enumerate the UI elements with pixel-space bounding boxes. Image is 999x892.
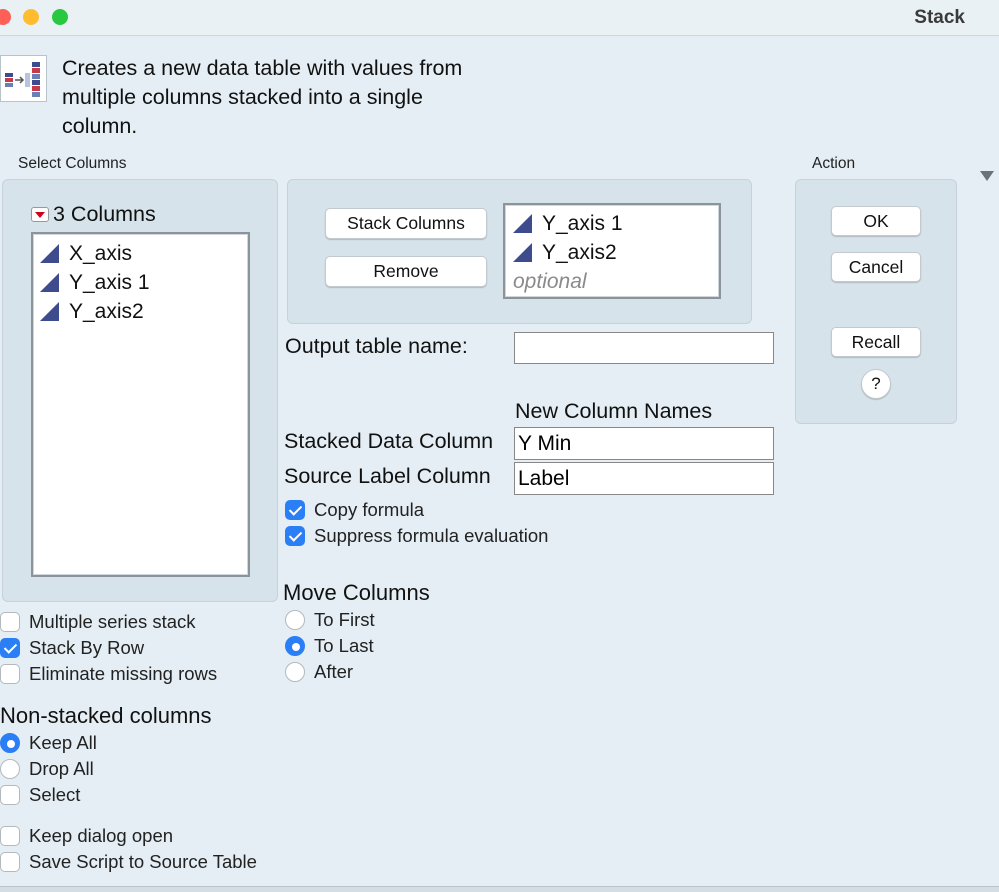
stack-columns-button[interactable]: Stack Columns bbox=[325, 208, 487, 239]
continuous-column-icon bbox=[513, 243, 532, 262]
move-to-first-option[interactable]: To First bbox=[285, 607, 375, 633]
new-column-names-heading: New Column Names bbox=[515, 399, 713, 423]
option-label: Select bbox=[29, 784, 81, 805]
output-table-name-input[interactable] bbox=[514, 332, 774, 364]
option-label: Copy formula bbox=[314, 499, 425, 520]
help-button[interactable]: ? bbox=[861, 369, 891, 399]
title-bar: Stack bbox=[0, 0, 999, 36]
dialog-description: Creates a new data table with values fro… bbox=[62, 56, 463, 138]
drop-all-radio[interactable] bbox=[0, 759, 20, 779]
option-label: Eliminate missing rows bbox=[29, 663, 218, 684]
stacked-item-label: Y_axis 1 bbox=[542, 211, 623, 235]
option-label: Drop All bbox=[29, 758, 94, 779]
option-label: After bbox=[314, 661, 354, 682]
columns-header: 3 Columns bbox=[31, 202, 156, 227]
select-columns-panel: 3 Columns X_axis Y_axis 1 Y_axis2 bbox=[2, 179, 278, 602]
copy-formula-checkbox[interactable] bbox=[285, 500, 305, 520]
stack-by-row-option[interactable]: Stack By Row bbox=[0, 635, 144, 661]
option-label: Save Script to Source Table bbox=[29, 851, 257, 872]
option-label: Keep All bbox=[29, 732, 97, 753]
option-label: Multiple series stack bbox=[29, 611, 196, 632]
option-label: To First bbox=[314, 609, 375, 630]
keep-all-option[interactable]: Keep All bbox=[0, 730, 97, 756]
eliminate-missing-rows-checkbox[interactable] bbox=[0, 664, 20, 684]
column-item-label: Y_axis2 bbox=[69, 299, 144, 323]
move-after-option[interactable]: After bbox=[285, 659, 353, 685]
option-label: Suppress formula evaluation bbox=[314, 525, 549, 546]
bottom-edge bbox=[0, 886, 999, 892]
drop-all-option[interactable]: Drop All bbox=[0, 756, 94, 782]
continuous-column-icon bbox=[40, 273, 59, 292]
action-label: Action bbox=[812, 155, 856, 172]
stacked-item-y-axis2[interactable]: Y_axis2 bbox=[513, 238, 719, 267]
recall-button[interactable]: Recall bbox=[831, 327, 921, 357]
copy-formula-option[interactable]: Copy formula bbox=[285, 497, 424, 523]
move-to-last-radio[interactable] bbox=[285, 636, 305, 656]
continuous-column-icon bbox=[40, 244, 59, 263]
ok-button[interactable]: OK bbox=[831, 206, 921, 236]
eliminate-missing-rows-option[interactable]: Eliminate missing rows bbox=[0, 661, 217, 687]
close-window-button[interactable] bbox=[0, 9, 11, 25]
save-script-option[interactable]: Save Script to Source Table bbox=[0, 849, 257, 875]
stack-role-panel: Stack Columns Remove Y_axis 1 Y_axis2 op… bbox=[287, 179, 752, 324]
option-label: Stack By Row bbox=[29, 637, 145, 658]
action-panel: OK Cancel Recall ? bbox=[795, 179, 957, 424]
continuous-column-icon bbox=[40, 302, 59, 321]
select-columns-label: Select Columns bbox=[18, 155, 127, 172]
source-label-column-label: Source Label Column bbox=[284, 464, 491, 488]
stacked-columns-listbox[interactable]: Y_axis 1 Y_axis2 optional bbox=[503, 203, 721, 299]
minimize-window-button[interactable] bbox=[23, 9, 39, 25]
multiple-series-stack-checkbox[interactable] bbox=[0, 612, 20, 632]
stack-icon bbox=[0, 55, 47, 102]
window-title: Stack bbox=[914, 7, 965, 28]
stacked-item-label: Y_axis2 bbox=[542, 240, 617, 264]
remove-button[interactable]: Remove bbox=[325, 256, 487, 287]
dropdown-triangle-icon[interactable] bbox=[980, 171, 994, 181]
column-item-label: Y_axis 1 bbox=[69, 270, 150, 294]
keep-dialog-open-checkbox[interactable] bbox=[0, 826, 20, 846]
column-item-y-axis2[interactable]: Y_axis2 bbox=[40, 297, 248, 326]
source-label-column-input[interactable] bbox=[514, 462, 774, 495]
output-table-label: Output table name: bbox=[285, 334, 468, 358]
stacked-data-column-input[interactable] bbox=[514, 427, 774, 460]
option-label: To Last bbox=[314, 635, 374, 656]
save-script-checkbox[interactable] bbox=[0, 852, 20, 872]
select-option[interactable]: Select bbox=[0, 782, 80, 808]
option-label: Keep dialog open bbox=[29, 825, 174, 846]
columns-listbox[interactable]: X_axis Y_axis 1 Y_axis2 bbox=[31, 232, 250, 577]
keep-dialog-open-option[interactable]: Keep dialog open bbox=[0, 823, 173, 849]
column-item-x-axis[interactable]: X_axis bbox=[40, 239, 248, 268]
suppress-formula-option[interactable]: Suppress formula evaluation bbox=[285, 523, 548, 549]
select-checkbox[interactable] bbox=[0, 785, 20, 805]
move-to-last-option[interactable]: To Last bbox=[285, 633, 374, 659]
cancel-button[interactable]: Cancel bbox=[831, 252, 921, 282]
optional-placeholder: optional bbox=[513, 269, 587, 293]
zoom-window-button[interactable] bbox=[52, 9, 68, 25]
stacked-data-column-label: Stacked Data Column bbox=[284, 429, 494, 453]
column-item-y-axis-1[interactable]: Y_axis 1 bbox=[40, 268, 248, 297]
columns-count-label: 3 Columns bbox=[53, 202, 156, 226]
move-columns-heading: Move Columns bbox=[283, 580, 430, 605]
disclosure-triangle-icon[interactable] bbox=[31, 207, 49, 222]
non-stacked-columns-heading: Non-stacked columns bbox=[0, 703, 212, 728]
move-after-radio[interactable] bbox=[285, 662, 305, 682]
stacked-item-y-axis-1[interactable]: Y_axis 1 bbox=[513, 209, 719, 238]
stack-by-row-checkbox[interactable] bbox=[0, 638, 20, 658]
keep-all-radio[interactable] bbox=[0, 733, 20, 753]
suppress-formula-checkbox[interactable] bbox=[285, 526, 305, 546]
column-item-label: X_axis bbox=[69, 241, 133, 265]
continuous-column-icon bbox=[513, 214, 532, 233]
move-to-first-radio[interactable] bbox=[285, 610, 305, 630]
multiple-series-stack-option[interactable]: Multiple series stack bbox=[0, 609, 196, 635]
